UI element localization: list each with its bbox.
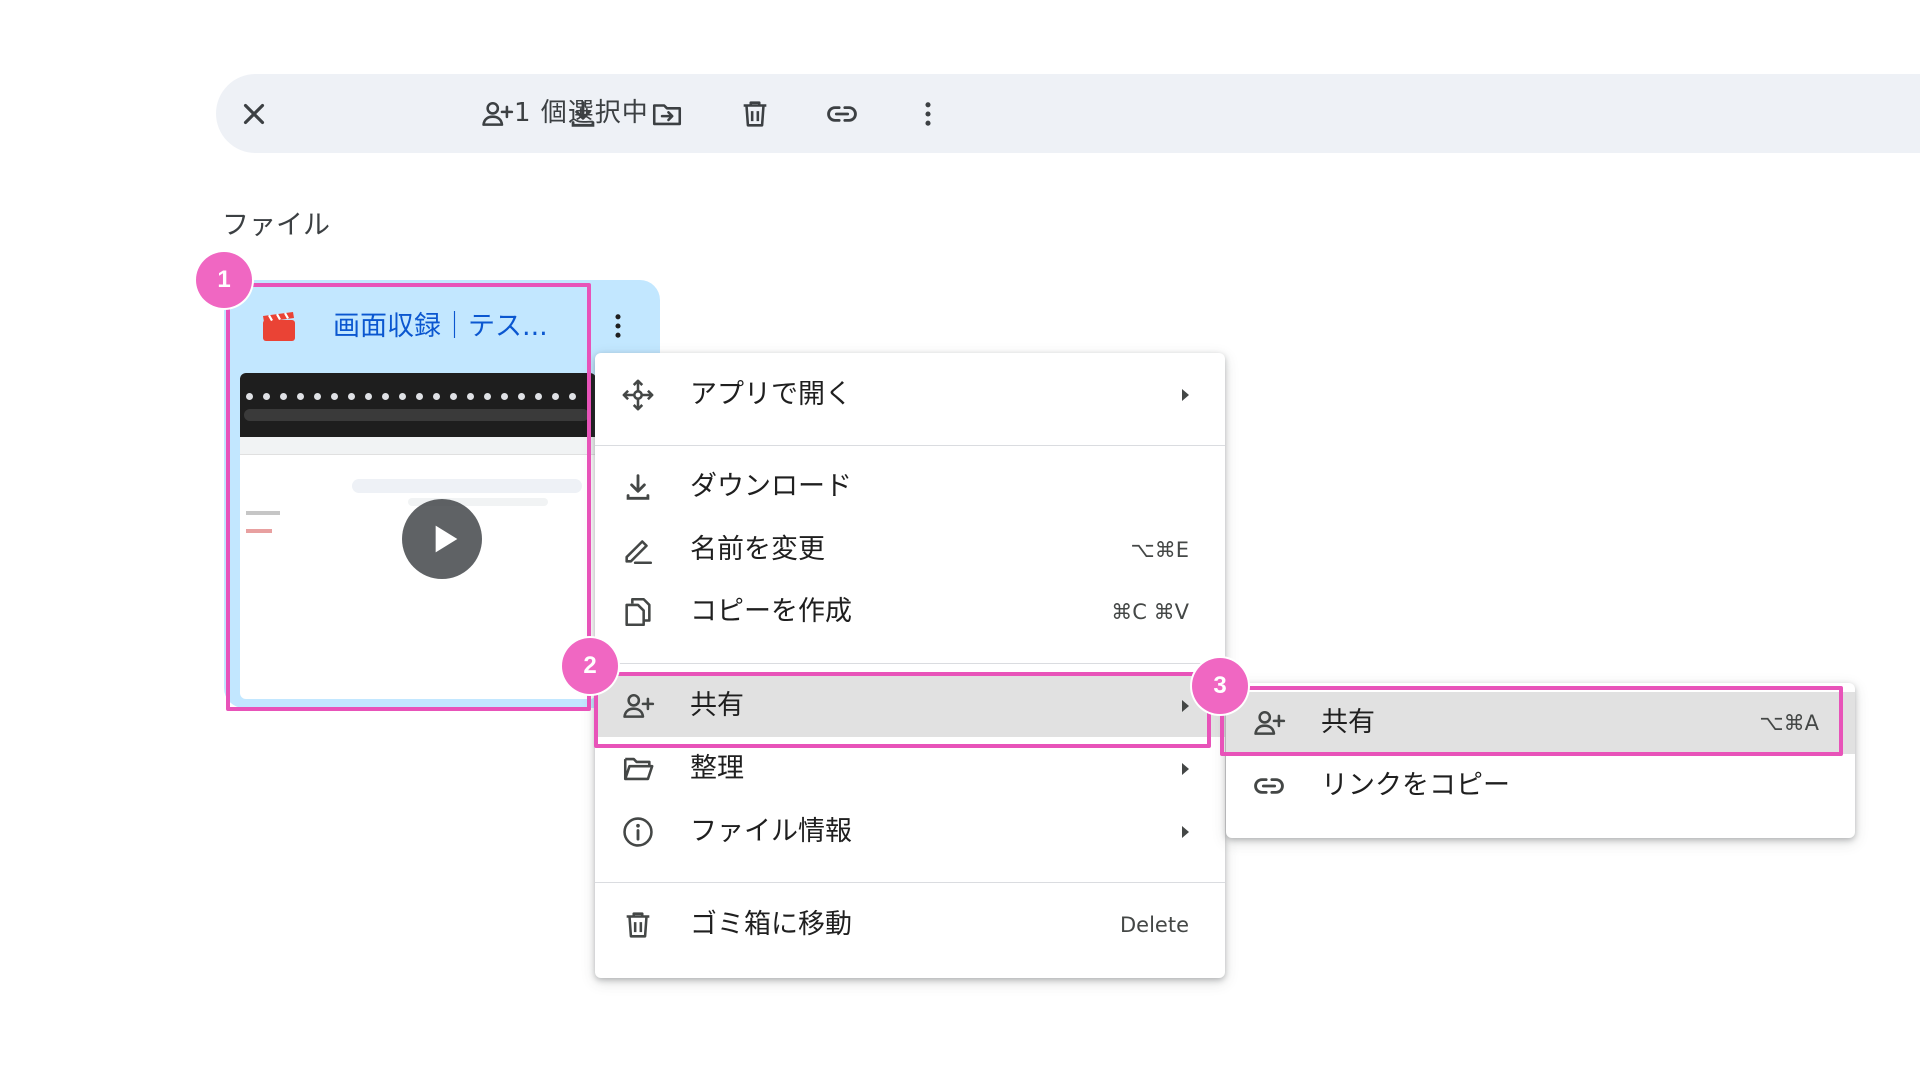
callout-badge-1: 1 <box>196 252 252 308</box>
callout-highlight-file-card <box>226 283 591 711</box>
callout-badge-2: 2 <box>562 638 618 694</box>
menu-item-download[interactable]: ダウンロード <box>595 456 1225 518</box>
more-actions-button[interactable] <box>909 95 947 133</box>
rename-pen-icon <box>625 540 653 565</box>
share-button[interactable] <box>478 95 516 133</box>
menu-item-label: アプリで開く <box>690 379 852 410</box>
copy-link-button[interactable] <box>823 95 861 133</box>
trash-icon <box>626 912 650 938</box>
download-icon <box>571 101 595 127</box>
shortcut-hint: ⌥⌘E <box>1130 538 1189 562</box>
menu-item-file-info[interactable]: ファイル情報 <box>595 801 1225 863</box>
menu-divider <box>595 663 1225 664</box>
link-icon <box>1254 778 1284 794</box>
file-more-button[interactable] <box>598 306 638 346</box>
menu-item-label: ファイル情報 <box>690 816 852 847</box>
download-icon <box>626 474 650 500</box>
arrow-right-icon <box>1182 389 1189 401</box>
shortcut-hint: ⌘C ⌘V <box>1111 600 1189 624</box>
menu-item-make-copy[interactable]: コピーを作成 ⌘C ⌘V <box>595 581 1225 643</box>
callout-badge-3: 3 <box>1192 658 1248 714</box>
menu-item-label: コピーを作成 <box>690 596 852 627</box>
close-selection-button[interactable] <box>235 95 273 133</box>
share-icon <box>482 101 514 126</box>
more-vert-icon <box>925 102 931 126</box>
link-icon <box>827 106 857 122</box>
menu-item-label: ゴミ箱に移動 <box>690 909 852 940</box>
submenu-item-copy-link[interactable]: リンクをコピー <box>1226 755 1855 817</box>
folder-open-icon <box>623 757 654 781</box>
menu-item-label: 名前を変更 <box>690 534 825 565</box>
menu-item-label: ダウンロード <box>690 471 852 502</box>
trash-button[interactable] <box>736 95 774 133</box>
files-section-label: ファイル <box>222 210 330 241</box>
menu-divider <box>595 445 1225 446</box>
submenu-item-label: リンクをコピー <box>1321 770 1510 801</box>
move-button[interactable] <box>648 95 686 133</box>
context-menu: アプリで開く ダウンロード 名前を変更 ⌥⌘E コピーを作成 ⌘C ⌘V 共有 … <box>595 353 1225 978</box>
more-vert-icon <box>615 314 621 338</box>
menu-item-open-with[interactable]: アプリで開く <box>595 364 1225 426</box>
callout-highlight-share-submenu-item <box>1220 686 1843 756</box>
menu-item-move-to-trash[interactable]: ゴミ箱に移動 Delete <box>595 894 1225 956</box>
menu-item-rename[interactable]: 名前を変更 ⌥⌘E <box>595 519 1225 581</box>
info-icon <box>623 817 653 847</box>
trash-icon <box>743 101 767 127</box>
arrow-right-icon <box>1182 763 1189 775</box>
download-button[interactable] <box>564 95 602 133</box>
arrow-right-icon <box>1182 826 1189 838</box>
close-icon <box>243 103 265 125</box>
selection-toolbar: 1 個選択中 <box>216 74 1920 153</box>
move-arrows-icon <box>622 379 654 411</box>
callout-highlight-share-item <box>594 672 1211 748</box>
shortcut-hint: Delete <box>1120 913 1189 937</box>
copy-icon <box>625 597 651 627</box>
menu-divider <box>595 882 1225 883</box>
move-icon <box>652 104 682 126</box>
